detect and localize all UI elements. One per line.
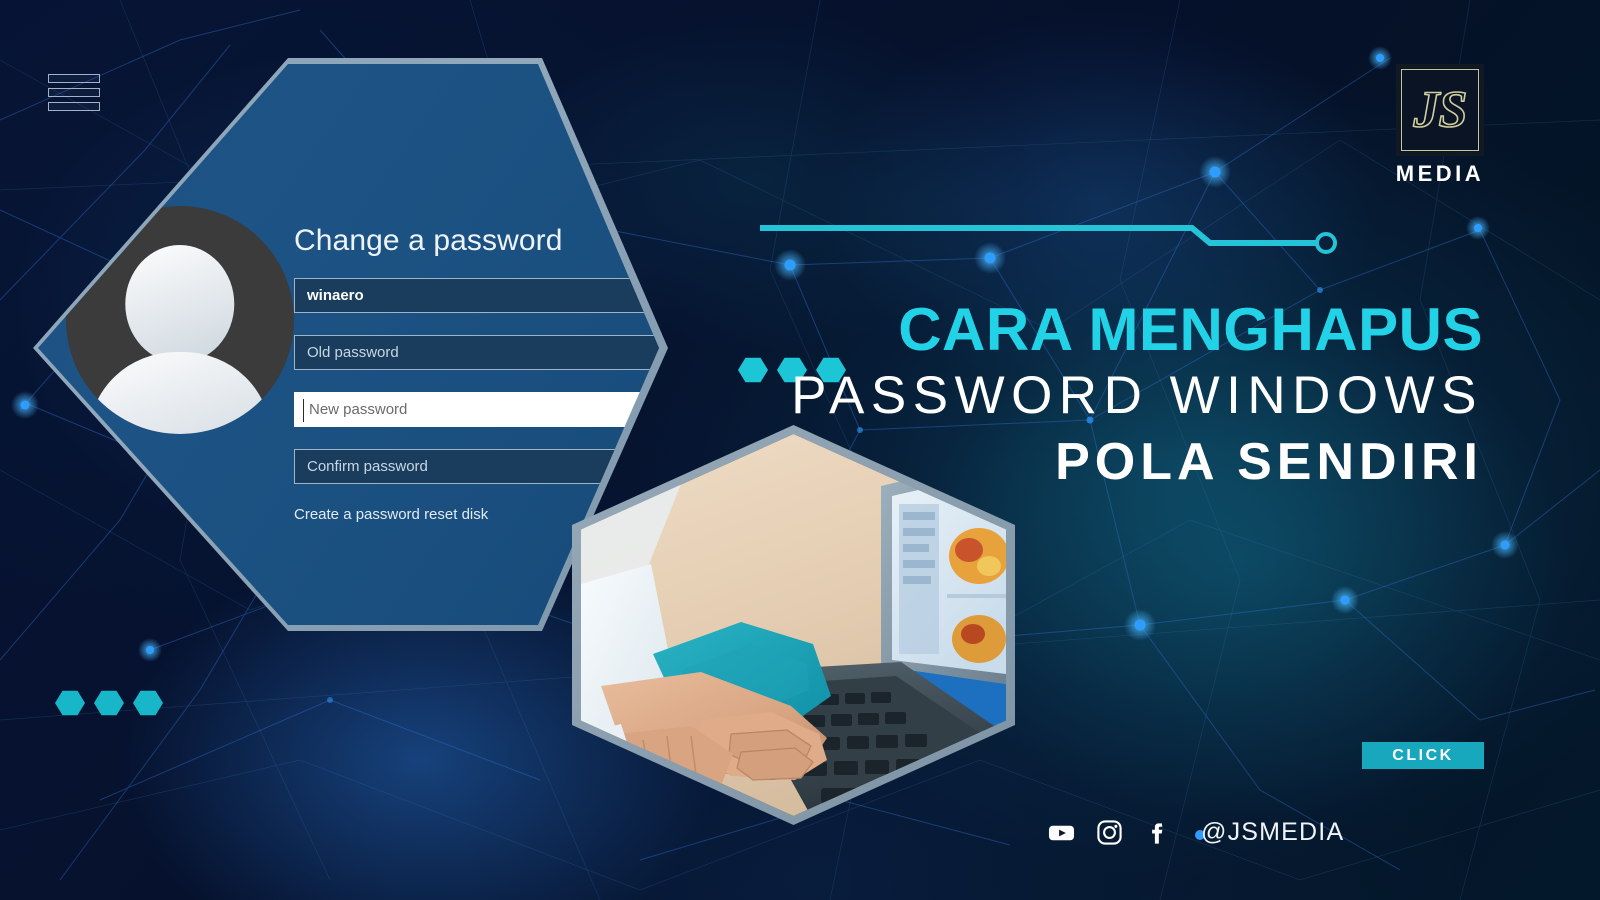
logo-mark: JS (1396, 64, 1484, 156)
confirm-password-field[interactable]: Confirm password (294, 449, 659, 484)
avatar-body (88, 351, 272, 434)
hexagon-dot (55, 690, 85, 716)
hexagon-dot (133, 690, 163, 716)
menu-bar-3 (48, 102, 100, 111)
brand-logo: JS MEDIA (1390, 64, 1490, 187)
windows-password-panel: Change a password winaero Old password N… (38, 64, 659, 625)
social-bar: @JSMEDIA (1048, 818, 1344, 847)
change-password-dialog: Change a password winaero Old password N… (294, 224, 659, 523)
text-caret (303, 399, 304, 422)
avatar (66, 206, 294, 434)
username-field[interactable]: winaero (294, 278, 659, 313)
youtube-icon[interactable] (1048, 819, 1075, 846)
headline: CARA MENGHAPUS PASSWORD WINDOWS POLA SEN… (791, 297, 1483, 495)
social-handle: @JSMEDIA (1201, 818, 1345, 846)
circuit-trace-decoration (760, 225, 1337, 254)
confirm-password-placeholder: Confirm password (307, 458, 428, 475)
menu-bar-2 (48, 88, 100, 97)
new-password-placeholder: New password (309, 401, 408, 418)
menu-bars-decoration (48, 74, 100, 116)
hexagon-dot (738, 357, 768, 383)
menu-bar-1 (48, 74, 100, 83)
old-password-placeholder: Old password (307, 344, 399, 361)
username-value: winaero (307, 287, 364, 304)
logo-wordmark: MEDIA (1395, 161, 1485, 186)
hexagon-dot (94, 690, 124, 716)
headline-line-1: CARA MENGHAPUS (898, 296, 1483, 363)
facebook-icon[interactable] (1144, 819, 1171, 846)
hexagon-dots-decoration (55, 690, 163, 716)
dialog-title: Change a password (294, 224, 563, 257)
instagram-icon[interactable] (1096, 819, 1123, 846)
old-password-field[interactable]: Old password (294, 335, 659, 370)
headline-line-2: PASSWORD WINDOWS (791, 366, 1483, 425)
click-button[interactable]: CLICK (1362, 742, 1484, 769)
avatar-head (125, 244, 235, 364)
poster-canvas: Change a password winaero Old password N… (0, 0, 1600, 900)
logo-initials: JS (1413, 81, 1469, 140)
new-password-field[interactable]: New password (294, 392, 659, 427)
